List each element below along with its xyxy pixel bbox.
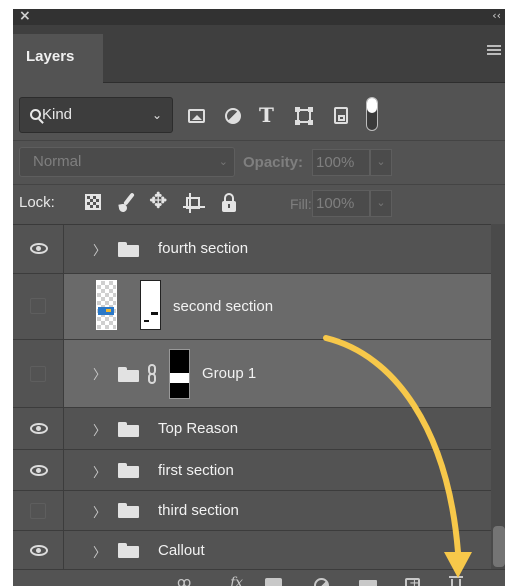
panel-title-strip: × ‹‹ <box>13 9 505 25</box>
close-icon[interactable]: × <box>19 9 31 24</box>
lock-all-icon[interactable] <box>219 192 241 214</box>
chevron-down-icon: ⌄ <box>218 156 228 168</box>
lock-image-pixels-icon[interactable] <box>117 192 139 214</box>
visibility-toggle[interactable] <box>13 340 64 407</box>
blend-mode-value: Normal <box>33 153 82 170</box>
visibility-empty-box <box>30 298 46 314</box>
folder-icon <box>118 463 139 478</box>
search-icon <box>30 109 41 120</box>
blend-mode-select[interactable]: Normal ⌄ <box>19 147 235 177</box>
folder-icon <box>118 422 139 437</box>
shape-filter-icon[interactable] <box>294 106 314 126</box>
image-filter-icon[interactable] <box>187 106 207 126</box>
adjustment-filter-icon[interactable] <box>223 106 243 126</box>
layer-name: fourth section <box>158 240 249 257</box>
layers-panel: × ‹‹ Layers Kind ⌄ T Normal ⌄ Opacity: 1… <box>13 9 505 586</box>
new-layer-icon[interactable] <box>405 576 420 586</box>
visibility-toggle[interactable] <box>13 408 64 449</box>
filter-toggle[interactable] <box>366 97 378 131</box>
panel-tab-bar: Layers <box>13 25 505 83</box>
opacity-label: Opacity: <box>243 154 304 171</box>
tab-layers[interactable]: Layers <box>13 34 103 83</box>
visibility-toggle[interactable] <box>13 531 64 570</box>
trash-icon[interactable] <box>449 574 463 586</box>
layer-list: 〉 fourth section second section 〉 Group … <box>13 224 491 570</box>
eye-icon <box>30 423 48 434</box>
filter-kind-select[interactable]: Kind ⌄ <box>19 97 173 133</box>
adjustment-layer-icon[interactable] <box>314 578 329 586</box>
expand-caret-icon[interactable]: 〉 <box>93 364 106 383</box>
type-filter-icon[interactable]: T <box>259 103 279 127</box>
layer-name: Group 1 <box>202 365 257 382</box>
layer-mask-thumbnail[interactable] <box>140 280 161 330</box>
layer-row[interactable]: 〉 fourth section <box>13 225 491 274</box>
layer-row[interactable]: second section <box>13 274 491 340</box>
lock-artboard-icon[interactable] <box>183 192 205 214</box>
panel-footer: ꝏ fx <box>13 569 505 586</box>
expand-caret-icon[interactable]: 〉 <box>93 462 106 481</box>
eye-icon <box>30 243 48 254</box>
eye-icon <box>30 545 48 556</box>
lock-label: Lock: <box>19 194 55 211</box>
layer-thumbnail <box>96 280 117 330</box>
scroll-thumb[interactable] <box>493 526 505 567</box>
layer-row[interactable]: 〉 third section <box>13 491 491 531</box>
visibility-toggle[interactable] <box>13 225 64 273</box>
visibility-toggle[interactable] <box>13 491 64 530</box>
collapse-panel-icon[interactable]: ‹‹ <box>492 9 501 22</box>
layer-name: Top Reason <box>158 420 239 437</box>
layer-name: second section <box>173 298 274 315</box>
visibility-empty-box <box>30 366 46 382</box>
smart-object-filter-icon[interactable] <box>331 106 351 126</box>
lock-position-icon[interactable]: ✥ <box>149 189 171 214</box>
add-mask-icon[interactable] <box>265 578 282 586</box>
expand-caret-icon[interactable]: 〉 <box>93 542 106 561</box>
layer-row[interactable]: 〉 Group 1 <box>13 340 491 408</box>
layer-row[interactable]: 〉 Callout <box>13 531 491 570</box>
link-layers-icon[interactable]: ꝏ <box>177 575 191 586</box>
eye-icon <box>30 465 48 476</box>
fill-label: Fill: <box>290 196 312 212</box>
fill-dropdown-icon[interactable]: ⌄ <box>370 190 392 217</box>
visibility-toggle[interactable] <box>13 274 64 339</box>
filter-kind-label: Kind <box>42 106 73 123</box>
divider <box>13 184 505 185</box>
layer-name: first section <box>158 462 234 479</box>
expand-caret-icon[interactable]: 〉 <box>93 240 106 259</box>
layer-name: Callout <box>158 542 205 559</box>
opacity-dropdown-icon[interactable]: ⌄ <box>370 149 392 176</box>
link-icon[interactable] <box>147 364 157 384</box>
visibility-toggle[interactable] <box>13 450 64 490</box>
new-group-icon[interactable] <box>359 580 377 586</box>
fill-field[interactable]: 100% <box>312 190 370 217</box>
layer-style-fx-icon[interactable]: fx <box>230 575 243 586</box>
folder-icon <box>118 543 139 558</box>
group-mask-thumbnail[interactable] <box>169 349 190 399</box>
panel-menu-icon[interactable] <box>487 45 501 57</box>
opacity-field[interactable]: 100% <box>312 149 370 176</box>
folder-icon <box>118 367 139 382</box>
chevron-down-icon: ⌄ <box>151 108 162 122</box>
expand-caret-icon[interactable]: 〉 <box>93 502 106 521</box>
layer-list-scrollbar[interactable] <box>491 224 505 569</box>
visibility-empty-box <box>30 503 46 519</box>
folder-icon <box>118 503 139 518</box>
folder-icon <box>118 242 139 257</box>
layer-name: third section <box>158 502 239 519</box>
lock-transparent-pixels-icon[interactable] <box>83 192 105 214</box>
divider <box>13 140 505 141</box>
expand-caret-icon[interactable]: 〉 <box>93 420 106 439</box>
layer-row[interactable]: 〉 Top Reason <box>13 408 491 450</box>
layer-row[interactable]: 〉 first section <box>13 450 491 491</box>
